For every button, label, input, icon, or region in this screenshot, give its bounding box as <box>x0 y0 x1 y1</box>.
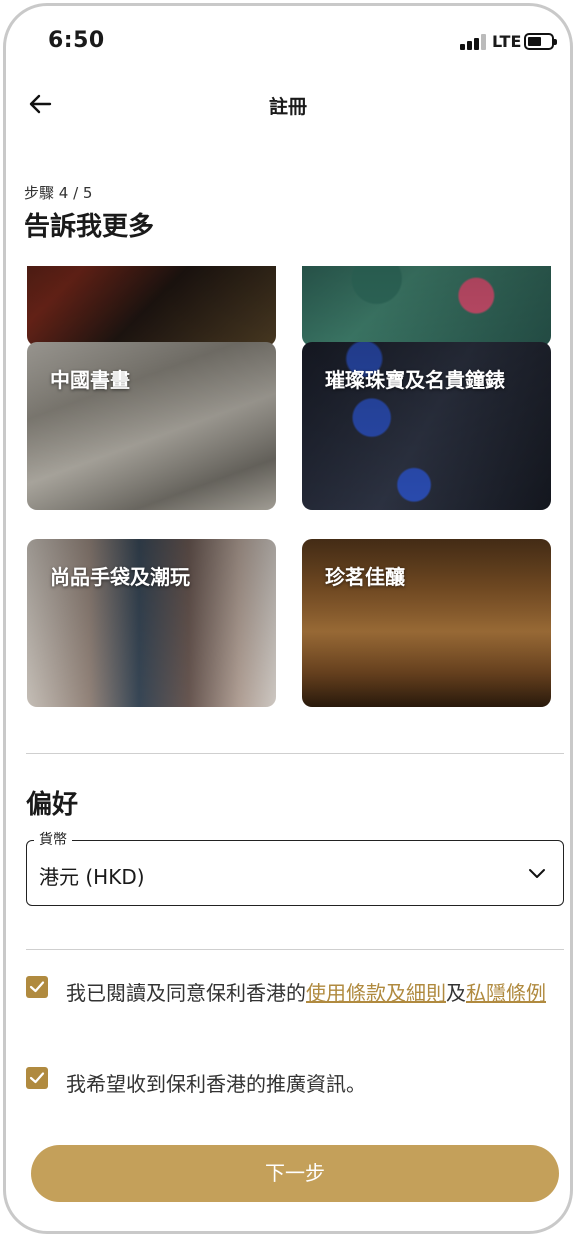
battery-icon <box>524 33 557 50</box>
network-label: LTE <box>492 32 522 51</box>
preferences-title: 偏好 <box>26 790 79 820</box>
category-label: 中國書畫 <box>50 368 130 392</box>
checkmark-icon <box>29 1072 45 1084</box>
marketing-checkbox[interactable] <box>26 1067 48 1089</box>
terms-prefix: 我已閱讀及同意保利香港的 <box>66 981 306 1005</box>
category-label: 尚品手袋及潮玩 <box>50 565 190 589</box>
chevron-down-icon <box>529 869 545 878</box>
next-button[interactable]: 下一步 <box>31 1145 559 1202</box>
section-heading: 告訴我更多 <box>24 212 155 242</box>
marketing-consent-text: 我希望收到保利香港的推廣資訊。 <box>66 1072 366 1096</box>
category-tile-chinese-painting[interactable]: 中國書畫 <box>27 342 276 510</box>
divider <box>26 753 564 754</box>
step-indicator: 步驟 4 / 5 <box>24 184 93 202</box>
checkmark-icon <box>29 981 45 993</box>
status-bar: 6:50 LTE <box>6 6 570 78</box>
terms-middle: 及 <box>446 981 466 1005</box>
terms-consent-text: 我已閱讀及同意保利香港的使用條款及細則及私隱條例 <box>66 974 564 1012</box>
status-time: 6:50 <box>48 28 105 53</box>
phone-frame: 6:50 LTE 註冊 步驟 4 / 5 告訴我更多 中國書畫 璀璨珠寶及名貴鐘… <box>3 3 573 1234</box>
divider <box>26 949 564 950</box>
terms-link[interactable]: 使用條款及細則 <box>306 981 446 1005</box>
currency-select[interactable]: 港元 (HKD) <box>26 840 564 906</box>
category-label: 璀璨珠寶及名貴鐘錶 <box>325 368 505 392</box>
signal-icon <box>460 34 486 50</box>
nav-bar: 註冊 <box>6 84 570 124</box>
currency-value: 港元 (HKD) <box>39 865 145 889</box>
currency-label: 貨幣 <box>34 829 72 849</box>
category-tile-jewellery-watches[interactable]: 璀璨珠寶及名貴鐘錶 <box>302 342 551 510</box>
page-title: 註冊 <box>268 96 307 118</box>
terms-checkbox[interactable] <box>26 976 48 998</box>
category-tile-2[interactable] <box>302 266 551 346</box>
category-grid: 中國書畫 璀璨珠寶及名貴鐘錶 尚品手袋及潮玩 珍茗佳釀 <box>6 266 570 736</box>
category-tile-1[interactable] <box>27 266 276 346</box>
category-tile-handbags-collectibles[interactable]: 尚品手袋及潮玩 <box>27 539 276 707</box>
category-tile-wine-spirits[interactable]: 珍茗佳釀 <box>302 539 551 707</box>
category-label: 珍茗佳釀 <box>325 565 405 589</box>
privacy-link[interactable]: 私隱條例 <box>466 981 546 1005</box>
